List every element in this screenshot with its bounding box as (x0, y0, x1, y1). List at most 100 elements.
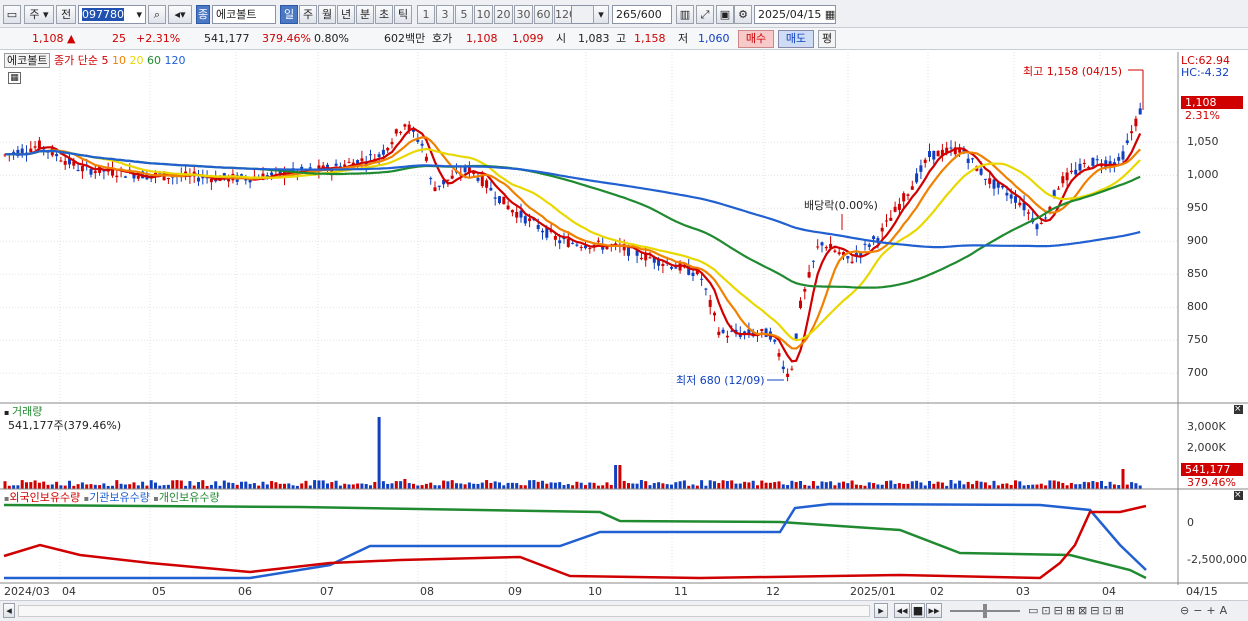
stop-icon[interactable]: ■ (911, 603, 925, 618)
volume-bar (29, 482, 33, 489)
volume-bar (274, 482, 278, 489)
volume-bar (33, 480, 37, 489)
candle-body (790, 368, 794, 370)
volume-bar (536, 481, 540, 489)
candle-body (799, 300, 802, 308)
volume-bar (958, 480, 962, 489)
volume-bar (747, 482, 751, 489)
candle-body (1117, 157, 1121, 161)
volume-bar (1022, 485, 1026, 489)
candle-body (803, 288, 807, 292)
volume-bar (1031, 484, 1035, 489)
candle-body (1074, 169, 1078, 175)
high-note: 최고 1,158 (04/15) (1023, 65, 1123, 78)
volume-bar (721, 480, 725, 489)
candle-body (949, 147, 953, 149)
volume-bar (37, 482, 41, 489)
candle-body (661, 263, 665, 266)
volume-bar (678, 481, 682, 489)
volume-bar (42, 481, 46, 489)
volume-bar (1112, 484, 1116, 489)
volume-bar (197, 482, 200, 489)
candle-body (807, 272, 811, 278)
volume-bar (3, 481, 7, 489)
candle-body (463, 167, 467, 173)
volume-bar (691, 484, 695, 489)
volume-bar (609, 484, 613, 489)
volume-bar (59, 485, 63, 489)
volume-bar (433, 485, 437, 489)
volume-bar (20, 480, 24, 489)
scrollbar-track[interactable] (18, 605, 870, 617)
volume-bar (786, 485, 790, 489)
volume-bar (713, 481, 716, 489)
close-icon[interactable]: × (1234, 405, 1243, 414)
volume-bar (584, 485, 587, 489)
hc-value: HC:-4.32 (1181, 66, 1230, 79)
volume-bar (700, 480, 704, 489)
x-tick: 04 (62, 585, 76, 598)
ma-legend-10: 10 (108, 54, 126, 67)
volume-bar (811, 481, 815, 489)
volume-bar (605, 482, 609, 489)
forward-icon[interactable]: ▸▸ (926, 603, 942, 618)
stock-chip[interactable]: 에코볼트 (4, 53, 51, 68)
volume-bar (553, 482, 557, 489)
volume-bar (1130, 482, 1134, 489)
volume-bar (386, 483, 390, 489)
candle-body (270, 172, 274, 176)
volume-bar (579, 482, 583, 489)
candle-body (377, 154, 381, 158)
zoom-controls[interactable]: ⊖−+A (1180, 604, 1231, 617)
grid-toggle-icon[interactable]: ▦ (8, 72, 21, 84)
candle-body (1057, 188, 1060, 190)
volume-bar (622, 480, 626, 489)
candle-body (713, 312, 716, 316)
volume-bar (592, 482, 596, 489)
candle-body (29, 148, 33, 153)
volume-bar (867, 482, 871, 489)
x-tick: 04/15 (1186, 585, 1218, 598)
candle-body (1061, 176, 1065, 184)
volume-bar (188, 481, 192, 489)
close-icon[interactable]: × (1234, 491, 1243, 500)
volume-bar (953, 483, 957, 489)
volume-bar (734, 483, 738, 489)
zoom-handle[interactable] (983, 604, 987, 618)
candle-body (579, 247, 583, 249)
candle-body (493, 197, 497, 199)
volume-bar (519, 485, 523, 489)
holder-line-1 (4, 502, 1147, 580)
scroll-left-icon[interactable]: ◂ (3, 603, 15, 618)
volume-bar (854, 484, 858, 489)
volume-bar (665, 484, 669, 489)
volume-bar (971, 484, 974, 489)
volume-bar (1082, 481, 1086, 489)
layout-icons[interactable]: ▭⊡⊟⊞⊠⊟⊡⊞ (1028, 604, 1127, 617)
volume-bar (493, 481, 497, 489)
candle-body (880, 227, 884, 232)
candle-body (89, 169, 93, 175)
volume-bar (850, 480, 854, 489)
ma-legend-60: 60 (143, 54, 161, 67)
candle-body (558, 240, 562, 244)
candle-body (872, 236, 876, 240)
rewind-icon[interactable]: ◂◂ (894, 603, 910, 618)
volume-bar (635, 483, 639, 489)
volume-bar (1108, 481, 1112, 489)
candle-body (360, 158, 364, 161)
volume-bar (407, 483, 411, 489)
volume-bar (102, 483, 106, 489)
chart-canvas (0, 52, 1248, 585)
volume-bar (528, 480, 532, 489)
volume-bar (360, 483, 364, 489)
candle-body (446, 179, 450, 181)
volume-bar (824, 482, 828, 489)
volume-bar (450, 480, 454, 489)
candle-body (308, 167, 312, 169)
price-ytick: 950 (1187, 201, 1208, 215)
volume-bar (1044, 485, 1048, 489)
volume-bar (145, 485, 149, 489)
scroll-right-icon[interactable]: ▸ (874, 603, 888, 618)
candle-body (760, 329, 764, 332)
